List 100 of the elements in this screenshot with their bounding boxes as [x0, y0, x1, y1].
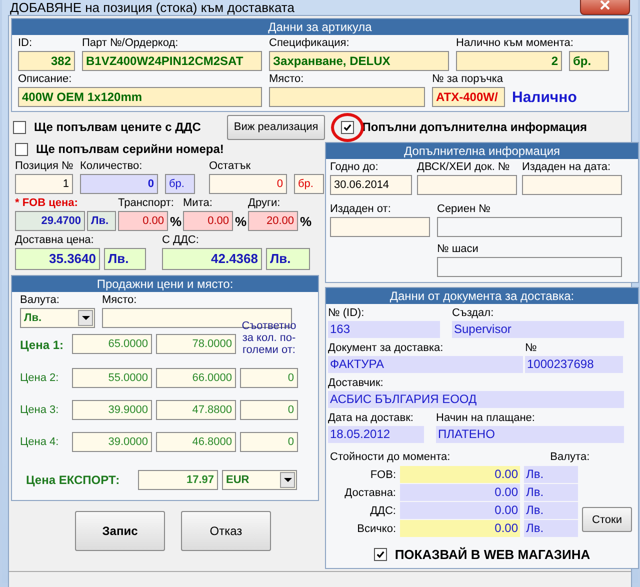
- field-label: Описание:: [18, 73, 73, 86]
- input-field[interactable]: 65.0000: [72, 334, 152, 354]
- price-label: Цена ЕКСПОРТ:: [26, 473, 121, 487]
- input-field[interactable]: 0.00: [118, 211, 168, 231]
- field-label: Транспорт:: [118, 197, 175, 210]
- input-field[interactable]: бр.: [294, 174, 324, 194]
- input-field[interactable]: 0.00: [183, 211, 233, 231]
- field-label: Други:: [248, 197, 282, 210]
- field-label: Доставчик:: [328, 377, 384, 390]
- value-field: 0.00: [400, 466, 520, 483]
- unit-label: %: [170, 214, 181, 228]
- caret-icon: [280, 472, 295, 488]
- field-label: Доставна цена:: [15, 234, 95, 247]
- input-field[interactable]: 2: [456, 51, 562, 71]
- note-text: Съответно за кол. по-големи от:: [240, 320, 298, 356]
- checkbox[interactable]: [15, 142, 28, 156]
- input-field[interactable]: [269, 87, 425, 107]
- input-field[interactable]: Лв.: [266, 248, 310, 270]
- input-field[interactable]: 35.3640: [15, 248, 100, 270]
- value-field: Лв.: [524, 466, 578, 483]
- cancel-button[interactable]: Отказ: [181, 511, 271, 551]
- input-field[interactable]: 400W OEM 1x120mm: [18, 87, 262, 107]
- input-field[interactable]: B1VZ400W24PIN12CM2SAT: [82, 51, 262, 71]
- window-title: ДОБАВЯНЕ на позиция (стока) към доставката: [10, 0, 294, 15]
- field-label: Парт №/Ордеркод:: [82, 37, 180, 50]
- input-field[interactable]: [522, 175, 622, 195]
- close-icon: [600, 0, 610, 10]
- view-sales-button[interactable]: Виж реализация: [226, 114, 326, 140]
- input-field[interactable]: бр.: [569, 51, 609, 71]
- input-field[interactable]: ATX-400W/: [432, 87, 505, 107]
- checkbox[interactable]: [341, 120, 354, 134]
- input-field[interactable]: 46.8000: [156, 432, 236, 452]
- close-button[interactable]: [580, 0, 630, 14]
- checkbox-label[interactable]: Ще попълвам цените с ДДС: [34, 120, 201, 134]
- input-field[interactable]: 29.4700: [15, 211, 85, 231]
- input-field[interactable]: 78.0000: [156, 334, 236, 354]
- input-field[interactable]: 39.0000: [72, 432, 152, 452]
- goods-button[interactable]: Стоки: [582, 507, 632, 532]
- checkbox[interactable]: [13, 120, 26, 134]
- field-label: Спецификация:: [269, 37, 350, 50]
- input-field[interactable]: 1: [15, 174, 73, 194]
- input-field[interactable]: 0: [209, 174, 287, 194]
- panel-header: Данни от документа за доставка:: [326, 288, 638, 304]
- input-field[interactable]: 0: [240, 400, 298, 420]
- unit-label: %: [235, 214, 246, 228]
- field-label: Създал:: [452, 307, 495, 320]
- checkbox-label[interactable]: Ще попълвам серийни номера!: [36, 142, 224, 156]
- field-label: Валута:: [550, 451, 590, 464]
- panel-header: Допълнителна информация: [326, 143, 638, 159]
- input-field[interactable]: 0: [240, 432, 298, 452]
- field-label: Доставна:: [344, 486, 396, 498]
- field-label: ID:: [18, 37, 34, 50]
- input-field[interactable]: 39.9000: [72, 400, 152, 420]
- field-label: Позиция №: [15, 160, 73, 173]
- value-field: Лв.: [524, 502, 578, 519]
- input-field[interactable]: 20.00: [248, 211, 298, 231]
- field-label: FOB:: [369, 468, 396, 480]
- input-field[interactable]: 0: [80, 174, 158, 194]
- value-field: Лв.: [524, 484, 578, 501]
- field-label: Остатък: [209, 160, 252, 173]
- status-text: Налично: [512, 88, 578, 106]
- input-field[interactable]: бр.: [165, 174, 195, 194]
- field-label: ДДС:: [369, 504, 396, 516]
- checkbox[interactable]: [374, 548, 387, 561]
- dropdown[interactable]: Лв.: [20, 308, 95, 328]
- value-field: 0.00: [400, 520, 520, 537]
- input-field[interactable]: Лв.: [104, 248, 146, 270]
- input-field[interactable]: [417, 175, 517, 195]
- input-field[interactable]: Захранване, DELUX: [269, 51, 449, 71]
- value-field: 1000237698: [525, 356, 623, 373]
- field-label: Стойности до момента:: [330, 451, 450, 464]
- input-field[interactable]: 0: [240, 368, 298, 388]
- value-field: ПЛАТЕНО: [436, 426, 624, 443]
- caret-icon: [78, 310, 93, 326]
- input-field[interactable]: 55.0000: [72, 368, 152, 388]
- price-label: Цена 2:: [20, 372, 60, 384]
- field-label: Сериен №: [437, 203, 492, 216]
- price-label: Цена 1:: [20, 338, 65, 352]
- field-label: № (ID):: [328, 307, 366, 320]
- input-field[interactable]: Лв.: [87, 211, 116, 231]
- input-field[interactable]: 17.97: [138, 470, 218, 490]
- field-label: Налично към момента:: [456, 37, 574, 50]
- dropdown[interactable]: EUR: [222, 470, 297, 490]
- checkbox-label[interactable]: ПОКАЗВАЙ В WEB МАГАЗИНА: [394, 547, 590, 562]
- field-label: Мита:: [183, 197, 214, 210]
- field-label: Документ за доставка:: [328, 342, 444, 355]
- input-field[interactable]: [330, 217, 430, 237]
- field-label: Издаден от:: [330, 203, 392, 216]
- input-field[interactable]: [437, 217, 622, 237]
- input-field[interactable]: 66.0000: [156, 368, 236, 388]
- input-field[interactable]: [437, 257, 622, 277]
- value-field: 0.00: [400, 502, 520, 519]
- input-field[interactable]: 382: [18, 51, 75, 71]
- field-label: Място:: [102, 294, 138, 307]
- input-field[interactable]: 42.4368: [162, 248, 262, 270]
- input-field[interactable]: 30.06.2014: [330, 175, 412, 195]
- unit-label: %: [300, 214, 311, 228]
- save-button[interactable]: Запис: [75, 511, 165, 551]
- input-field[interactable]: 47.8800: [156, 400, 236, 420]
- field-label: * FOB цена:: [15, 197, 79, 210]
